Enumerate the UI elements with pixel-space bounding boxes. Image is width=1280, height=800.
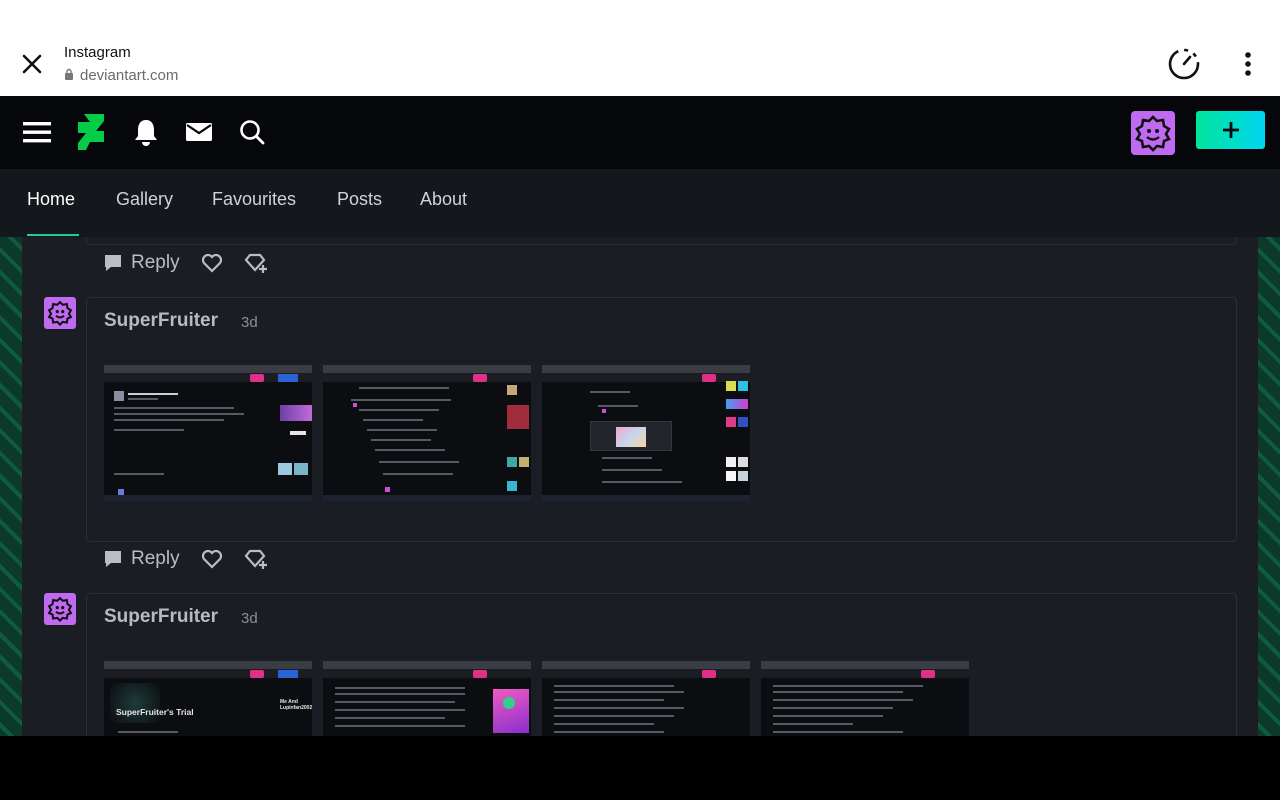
comment-timestamp[interactable]: 3d: [241, 314, 258, 331]
screenshot-thumbnail[interactable]: [542, 365, 750, 501]
profile-tabs: Home Gallery Favourites Posts About: [0, 169, 1280, 237]
tab-gallery[interactable]: Gallery: [116, 189, 173, 210]
screenshot-thumbnail[interactable]: [761, 661, 969, 736]
timer-icon[interactable]: [1166, 46, 1202, 82]
browser-url-text: deviantart.com: [80, 67, 179, 84]
search-icon[interactable]: [234, 114, 270, 150]
avatar-face-icon: [47, 300, 73, 326]
comment-username[interactable]: SuperFruiter: [104, 606, 218, 628]
badge-gift-icon[interactable]: [244, 547, 268, 571]
tab-favourites[interactable]: Favourites: [212, 189, 296, 210]
viewport: Instagram deviantart.com Home Gallery Fa…: [0, 0, 1280, 800]
user-avatar-button[interactable]: [1131, 111, 1175, 155]
close-icon[interactable]: [18, 50, 46, 78]
reply-bubble-icon: [105, 551, 121, 567]
browser-title: Instagram: [64, 44, 131, 61]
comment-username[interactable]: SuperFruiter: [104, 310, 218, 332]
screenshot-thumbnail[interactable]: [323, 365, 531, 501]
heart-icon[interactable]: [200, 547, 224, 571]
comment-timestamp[interactable]: 3d: [241, 610, 258, 627]
reply-label: Reply: [131, 252, 180, 273]
plus-icon: [1222, 122, 1239, 138]
comment-box: SuperFruiter 3d: [86, 297, 1237, 542]
comment-actions: Reply: [103, 251, 268, 275]
active-tab-indicator: [27, 234, 79, 236]
deviantart-logo-icon[interactable]: [73, 114, 109, 150]
bell-icon[interactable]: [128, 114, 164, 150]
avatar-face-icon: [47, 596, 73, 622]
comments-column: Reply SuperFruiter 3d Reply SuperFruiter…: [22, 237, 1258, 736]
more-vert-icon[interactable]: [1236, 50, 1260, 80]
screenshot-thumbnail[interactable]: SuperFruiter's Trial Me And Lupinfan2002: [104, 661, 312, 736]
screenshot-thumbnail[interactable]: [542, 661, 750, 736]
reply-label: Reply: [131, 548, 180, 569]
top-nav: [0, 96, 1280, 169]
comment-actions: Reply: [103, 547, 268, 571]
tab-about[interactable]: About: [420, 189, 467, 210]
comment-avatar[interactable]: [44, 593, 76, 625]
thumbnail-subtitle: Me And Lupinfan2002: [280, 699, 312, 711]
screenshot-thumbnail[interactable]: [104, 365, 312, 501]
lock-icon: [64, 67, 74, 84]
menu-icon[interactable]: [19, 114, 55, 150]
browser-url: deviantart.com: [64, 67, 178, 84]
avatar-face-icon: [1135, 115, 1171, 152]
reply-button[interactable]: Reply: [103, 548, 180, 570]
background-pattern-right: [1258, 237, 1280, 736]
heart-icon[interactable]: [200, 251, 224, 275]
reply-bubble-icon: [105, 255, 121, 271]
screenshot-thumbnail[interactable]: [323, 661, 531, 736]
comments-area: Reply SuperFruiter 3d Reply SuperFruiter…: [0, 237, 1280, 736]
badge-gift-icon[interactable]: [244, 251, 268, 275]
mail-icon[interactable]: [181, 114, 217, 150]
tab-posts[interactable]: Posts: [337, 189, 382, 210]
background-pattern-left: [0, 237, 22, 736]
comment-avatar[interactable]: [44, 297, 76, 329]
create-button[interactable]: [1196, 111, 1265, 149]
reply-button[interactable]: Reply: [103, 252, 180, 274]
previous-comment-box: [86, 237, 1237, 245]
thumbnail-title: SuperFruiter's Trial: [116, 707, 194, 717]
tab-home[interactable]: Home: [27, 189, 75, 210]
browser-bar: Instagram deviantart.com: [0, 0, 1280, 96]
comment-box: SuperFruiter 3d SuperFruiter's Trial Me …: [86, 593, 1237, 736]
